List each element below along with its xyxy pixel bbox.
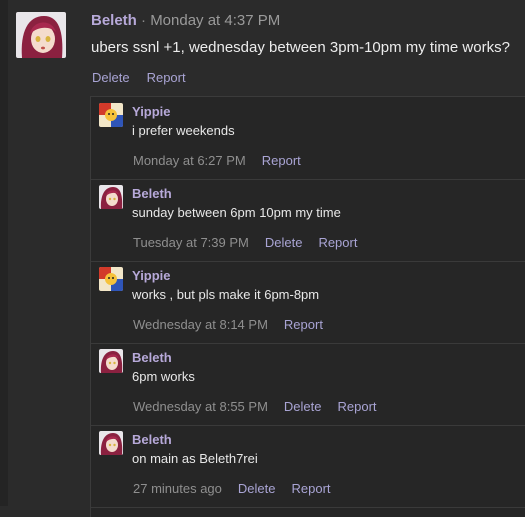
reply-timestamp[interactable]: 27 minutes ago [133, 481, 222, 496]
delete-button[interactable]: Delete [284, 399, 322, 414]
reply-timestamp[interactable]: Wednesday at 8:55 PM [133, 399, 268, 414]
beleth-avatar[interactable] [99, 431, 123, 455]
reply-timestamp[interactable]: Monday at 6:27 PM [133, 153, 246, 168]
reply-meta: 27 minutes ago Delete Report [133, 481, 331, 496]
delete-button[interactable]: Delete [92, 70, 130, 85]
reply-timestamp[interactable]: Tuesday at 7:39 PM [133, 235, 249, 250]
report-button[interactable]: Report [337, 399, 376, 414]
reply-text: works , but pls make it 6pm-8pm [132, 287, 320, 302]
beleth-avatar[interactable] [16, 12, 66, 58]
report-button[interactable]: Report [291, 481, 330, 496]
reply-item: Beleth on main as Beleth7rei 27 minutes … [91, 425, 525, 508]
reply-author[interactable]: Yippie [132, 268, 171, 283]
post-timestamp[interactable]: Monday at 4:37 PM [150, 12, 280, 29]
reply-timestamp[interactable]: Wednesday at 8:14 PM [133, 317, 268, 332]
reply-meta: Monday at 6:27 PM Report [133, 153, 301, 168]
reply-text: 6pm works [132, 369, 195, 384]
reply-text: i prefer weekends [132, 123, 235, 138]
reply-text: sunday between 6pm 10pm my time [132, 205, 341, 220]
post-header: Beleth · Monday at 4:37 PM [91, 12, 280, 29]
reply-author[interactable]: Beleth [132, 432, 172, 447]
delete-button[interactable]: Delete [238, 481, 276, 496]
reply-list: Yippie i prefer weekends Monday at 6:27 … [90, 96, 525, 517]
post-actions: Delete Report [92, 70, 186, 85]
delete-button[interactable]: Delete [265, 235, 303, 250]
report-button[interactable]: Report [284, 317, 323, 332]
reply-text: on main as Beleth7rei [132, 451, 258, 466]
left-rail [0, 0, 8, 506]
reply-author[interactable]: Yippie [132, 104, 171, 119]
header-separator: · [141, 12, 147, 29]
reply-meta: Tuesday at 7:39 PM Delete Report [133, 235, 357, 250]
reply-item: Yippie i prefer weekends Monday at 6:27 … [91, 97, 525, 180]
yippie-avatar[interactable] [99, 103, 123, 127]
post-text: ubers ssnl +1, wednesday between 3pm-10p… [91, 39, 510, 56]
reply-item: Beleth sunday between 6pm 10pm my time T… [91, 179, 525, 262]
reply-author[interactable]: Beleth [132, 350, 172, 365]
reply-meta: Wednesday at 8:14 PM Report [133, 317, 323, 332]
post-author[interactable]: Beleth [91, 12, 137, 29]
reply-meta: Wednesday at 8:55 PM Delete Report [133, 399, 377, 414]
reply-item: Yippie works , but pls make it 6pm-8pm W… [91, 261, 525, 344]
beleth-avatar[interactable] [99, 349, 123, 373]
report-button[interactable]: Report [318, 235, 357, 250]
reply-item: Beleth 6pm works Wednesday at 8:55 PM Del… [91, 343, 525, 426]
report-button[interactable]: Report [147, 70, 186, 85]
beleth-avatar[interactable] [99, 185, 123, 209]
yippie-avatar[interactable] [99, 267, 123, 291]
report-button[interactable]: Report [262, 153, 301, 168]
reply-author[interactable]: Beleth [132, 186, 172, 201]
